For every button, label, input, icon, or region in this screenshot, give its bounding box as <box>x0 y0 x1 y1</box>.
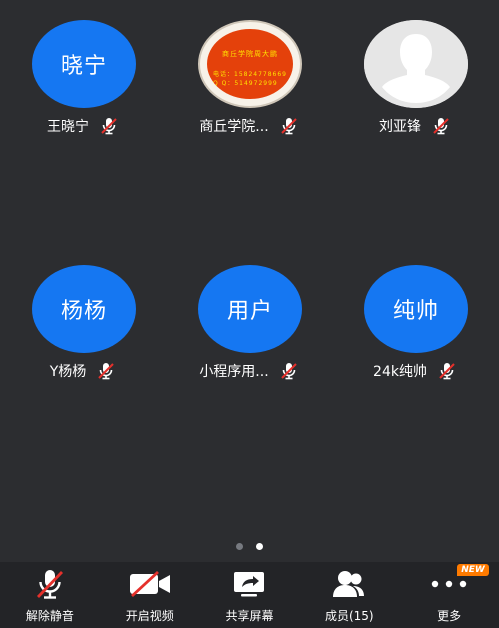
name-row: 商丘学院... <box>166 116 332 136</box>
logo-phone: 电话：15824778669 <box>213 71 287 78</box>
avatar: 纯帅 <box>364 265 468 353</box>
unmute-button[interactable]: 解除静音 <box>0 562 100 628</box>
participant-tile[interactable]: 杨杨 Y杨杨 <box>0 245 166 405</box>
name-row: 小程序用... <box>166 361 332 381</box>
share-screen-label: 共享屏幕 <box>225 609 274 623</box>
avatar-logo-image: 商丘学院周大鹏 电话：15824778669 Q Q：514972999 <box>207 29 293 99</box>
page-dot-1[interactable] <box>236 543 243 550</box>
participant-name: 商丘学院... <box>199 119 269 135</box>
default-person-icon <box>364 20 468 108</box>
name-row: Y杨杨 <box>0 361 166 381</box>
unmute-label: 解除静音 <box>25 609 74 623</box>
avatar: 商丘学院周大鹏 电话：15824778669 Q Q：514972999 <box>198 20 302 108</box>
members-icon <box>333 571 365 597</box>
members-label: 成员(15) <box>324 609 374 623</box>
mic-muted-icon <box>36 570 63 599</box>
participant-name: 王晓宁 <box>47 119 89 135</box>
mic-muted-icon <box>439 363 455 380</box>
participant-name: 小程序用... <box>199 364 269 380</box>
start-video-label: 开启视频 <box>125 609 174 623</box>
participant-name: 24k纯帅 <box>373 364 427 380</box>
participant-name: Y杨杨 <box>49 364 87 380</box>
avatar: 杨杨 <box>32 265 136 353</box>
page-indicator[interactable] <box>0 543 499 550</box>
meeting-toolbar: 解除静音 开启视频 共享屏幕 成员(15) NEW 更多 <box>0 562 499 628</box>
more-button[interactable]: NEW 更多 <box>399 562 499 628</box>
mic-muted-icon <box>433 118 449 135</box>
share-screen-icon <box>234 572 265 597</box>
avatar <box>364 20 468 108</box>
participant-tile[interactable]: 晓宁 王晓宁 <box>0 0 166 160</box>
participant-tile[interactable]: 纯帅 24k纯帅 <box>332 245 498 405</box>
participant-tile[interactable]: 商丘学院周大鹏 电话：15824778669 Q Q：514972999 商丘学… <box>166 0 332 160</box>
mic-muted-icon <box>98 363 114 380</box>
participant-name: 刘亚锋 <box>379 119 421 135</box>
members-button[interactable]: 成员(15) <box>299 562 399 628</box>
participant-grid: 晓宁 王晓宁 商丘学院周大鹏 电话：15824778669 Q Q：514972… <box>0 0 499 530</box>
more-dots-icon <box>431 580 467 588</box>
name-row: 24k纯帅 <box>332 361 498 381</box>
page-dot-2-active[interactable] <box>256 543 263 550</box>
logo-title: 商丘学院周大鹏 <box>222 50 278 58</box>
participant-tile[interactable]: 刘亚锋 <box>332 0 498 160</box>
logo-qq: Q Q：514972999 <box>213 80 278 87</box>
mic-muted-icon <box>280 118 297 135</box>
start-video-button[interactable]: 开启视频 <box>100 562 200 628</box>
share-screen-button[interactable]: 共享屏幕 <box>200 562 300 628</box>
camera-off-icon <box>129 571 170 597</box>
avatar: 晓宁 <box>32 20 136 108</box>
name-row: 王晓宁 <box>0 116 166 136</box>
mic-muted-icon <box>101 118 117 135</box>
new-badge: NEW <box>457 564 489 576</box>
name-row: 刘亚锋 <box>332 116 498 136</box>
more-label: 更多 <box>437 609 462 623</box>
participant-tile[interactable]: 用户 小程序用... <box>166 245 332 405</box>
mic-muted-icon <box>280 363 297 380</box>
avatar: 用户 <box>198 265 302 353</box>
